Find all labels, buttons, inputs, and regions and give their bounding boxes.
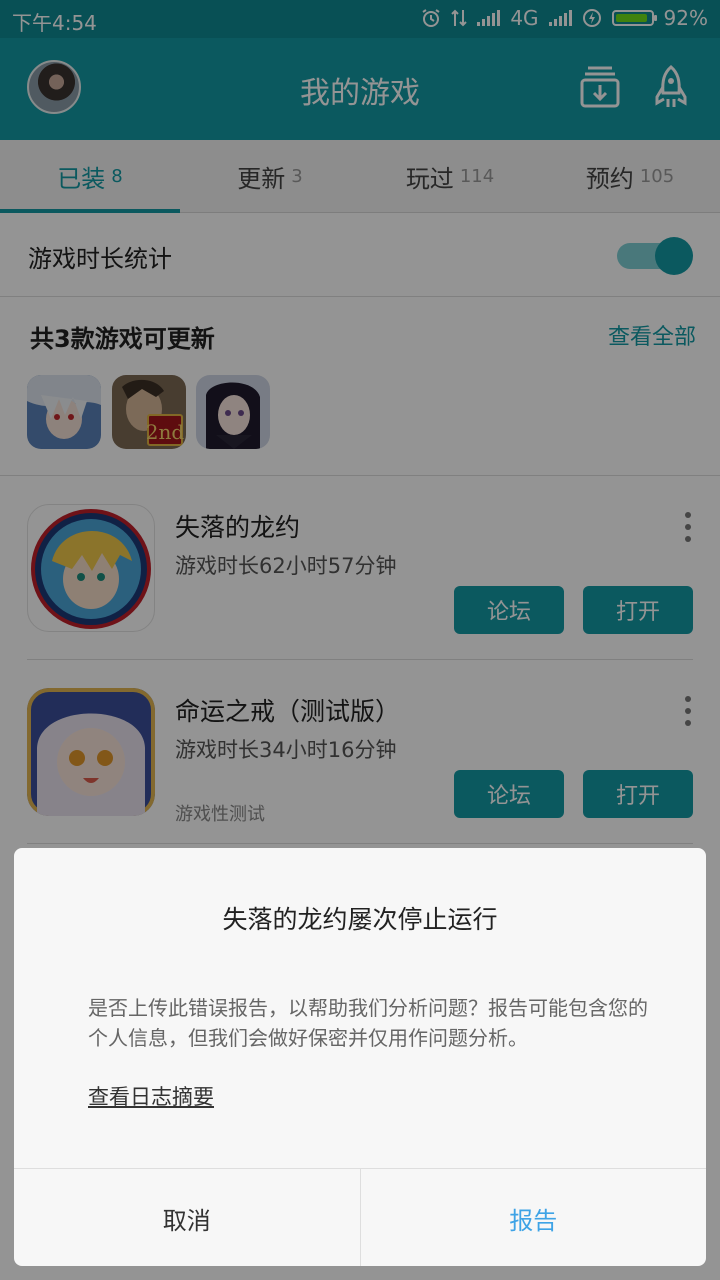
cancel-button[interactable]: 取消: [14, 1169, 361, 1266]
crash-dialog: 失落的龙约屡次停止运行 是否上传此错误报告，以帮助我们分析问题？报告可能包含您的…: [14, 848, 706, 1266]
view-log-link[interactable]: 查看日志摘要: [88, 1081, 214, 1111]
report-button[interactable]: 报告: [361, 1169, 707, 1266]
dialog-title: 失落的龙约屡次停止运行: [222, 905, 498, 934]
dialog-message: 是否上传此错误报告，以帮助我们分析问题？报告可能包含您的个人信息，但我们会做好保…: [88, 996, 648, 1050]
dialog-actions: 取消 报告: [14, 1168, 706, 1266]
